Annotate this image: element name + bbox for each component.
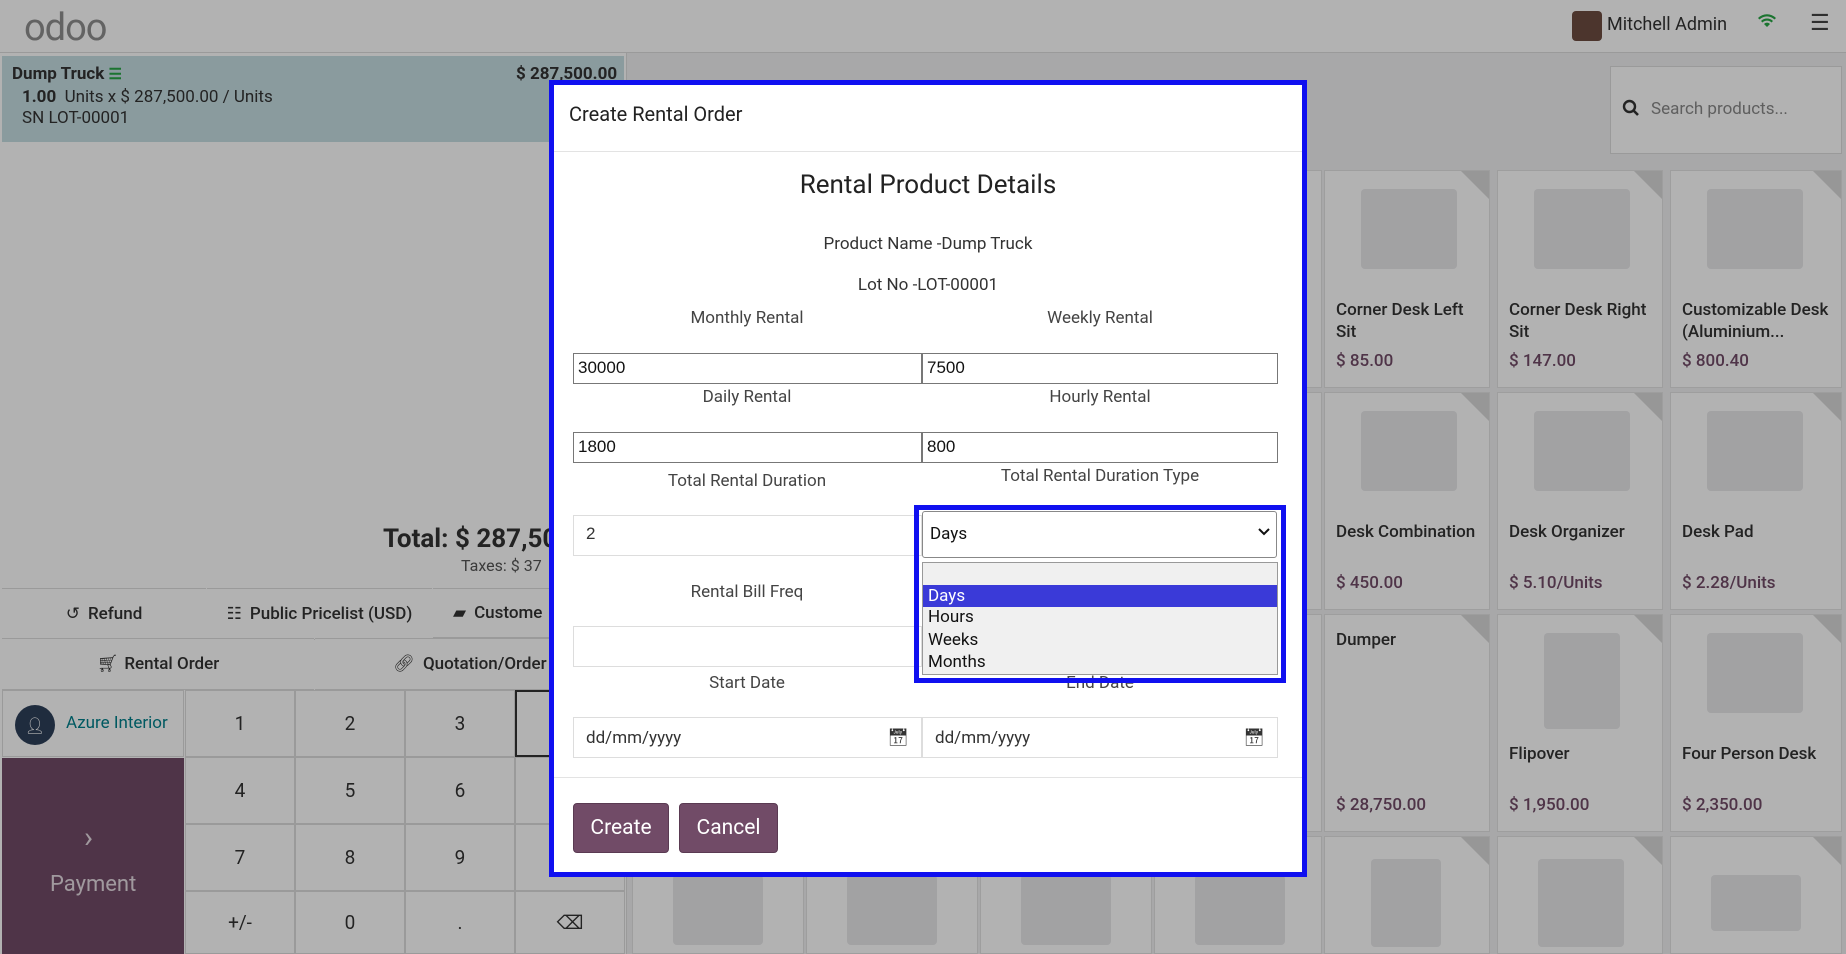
daily-rental-label: Daily Rental xyxy=(702,387,792,407)
end-date-input[interactable]: dd/mm/yyyy 📅︎ xyxy=(922,717,1278,758)
duration-type-selected: Days xyxy=(930,524,968,544)
option-hours[interactable]: Hours xyxy=(923,606,1277,628)
lot-no-text: Lot No -LOT-00001 xyxy=(857,275,999,295)
cancel-button[interactable]: Cancel xyxy=(679,803,778,853)
total-duration-label: Total Rental Duration xyxy=(667,471,827,491)
weekly-rental-label: Weekly Rental xyxy=(1047,308,1153,328)
start-date-placeholder: dd/mm/yyyy xyxy=(586,727,682,748)
calendar-icon[interactable]: 📅︎ xyxy=(887,728,909,748)
daily-rental-input[interactable]: 1800 xyxy=(573,432,922,463)
calendar-icon[interactable]: 📅︎ xyxy=(1243,728,1265,748)
create-button[interactable]: Create xyxy=(573,803,669,853)
start-date-input[interactable]: dd/mm/yyyy 📅︎ xyxy=(573,717,922,758)
bill-freq-label: Rental Bill Freq xyxy=(690,582,804,602)
duration-type-label: Total Rental Duration Type xyxy=(1000,466,1200,486)
weekly-rental-input[interactable]: 7500 xyxy=(922,353,1278,384)
monthly-rental-label: Monthly Rental xyxy=(690,308,804,328)
monthly-rental-input[interactable]: 30000 xyxy=(573,353,922,384)
section-heading: Rental Product Details xyxy=(799,170,1057,200)
total-duration-input[interactable]: 2 xyxy=(573,515,922,556)
divider xyxy=(554,151,1302,152)
divider xyxy=(554,777,1302,778)
hourly-rental-label: Hourly Rental xyxy=(1049,387,1151,407)
bill-freq-input[interactable] xyxy=(573,626,922,667)
chevron-down-icon xyxy=(1258,524,1270,540)
option-days[interactable]: Days xyxy=(923,585,1277,607)
option-months[interactable]: Months xyxy=(923,651,1277,673)
duration-type-select[interactable] xyxy=(922,511,1277,558)
hourly-rental-input[interactable]: 800 xyxy=(922,432,1278,463)
option-weeks[interactable]: Weeks xyxy=(923,629,1277,651)
dialog-title: Create Rental Order xyxy=(569,102,743,126)
start-date-label: Start Date xyxy=(709,673,785,693)
product-name-text: Product Name -Dump Truck xyxy=(823,234,1033,254)
end-date-placeholder: dd/mm/yyyy xyxy=(935,727,1031,748)
